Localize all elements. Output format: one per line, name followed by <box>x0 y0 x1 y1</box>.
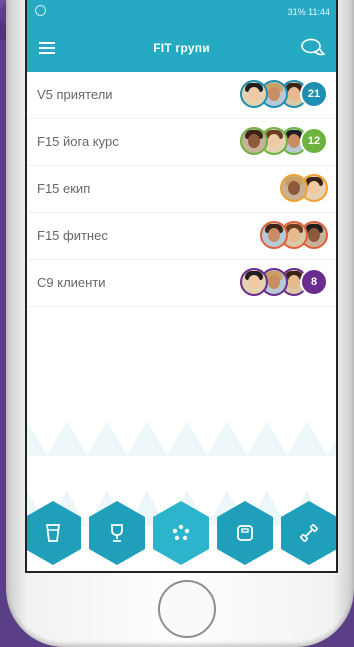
avatar <box>240 127 268 155</box>
app-bar: FIT групи <box>27 24 336 72</box>
nav-dumbbell[interactable] <box>281 501 336 565</box>
member-count-badge: 21 <box>300 80 328 108</box>
nav-drink[interactable] <box>27 501 81 565</box>
member-count-badge: 8 <box>300 268 328 296</box>
group-avatars: 8 <box>240 268 328 298</box>
screen: 31% 11:44 FIT групи V5 приятели 21 F15 йог… <box>25 0 338 573</box>
nav-trophy[interactable] <box>89 501 145 565</box>
group-row[interactable]: F15 фитнес <box>27 213 336 260</box>
avatar <box>240 268 268 296</box>
group-avatars: 12 <box>240 127 328 157</box>
group-row[interactable]: F15 йога курс 12 <box>27 119 336 166</box>
avatar <box>260 221 288 249</box>
chat-icon[interactable] <box>300 37 326 59</box>
status-bar: 31% 11:44 <box>27 0 336 24</box>
group-name: V5 приятели <box>37 87 113 102</box>
home-button[interactable] <box>158 580 216 638</box>
group-row[interactable]: V5 приятели 21 <box>27 72 336 119</box>
sync-icon <box>35 5 46 16</box>
bottom-nav <box>27 491 336 571</box>
group-name: C9 клиенти <box>37 275 106 290</box>
dumbbell-icon <box>300 524 318 542</box>
avatar <box>280 174 308 202</box>
member-count-badge: 12 <box>300 127 328 155</box>
drink-icon <box>45 524 61 542</box>
groups-icon <box>172 524 190 541</box>
group-name: F15 фитнес <box>37 228 108 243</box>
trophy-icon <box>111 524 123 542</box>
group-avatars: 21 <box>240 80 328 110</box>
nav-scale[interactable] <box>217 501 273 565</box>
avatar <box>240 80 268 108</box>
group-name: F15 йога курс <box>37 134 119 149</box>
nav-groups[interactable] <box>153 501 209 565</box>
phone-frame: 31% 11:44 FIT групи V5 приятели 21 F15 йог… <box>6 0 354 647</box>
scale-icon <box>237 525 253 541</box>
group-row[interactable]: C9 клиенти 8 <box>27 260 336 307</box>
status-text: 31% 11:44 <box>287 7 330 17</box>
page-title: FIT групи <box>153 41 210 55</box>
group-name: F15 екип <box>37 181 91 196</box>
group-list: V5 приятели 21 F15 йога курс 12 F15 екип F15 … <box>27 72 336 307</box>
group-avatars <box>260 221 328 251</box>
group-avatars <box>280 174 328 204</box>
group-row[interactable]: F15 екип <box>27 166 336 213</box>
